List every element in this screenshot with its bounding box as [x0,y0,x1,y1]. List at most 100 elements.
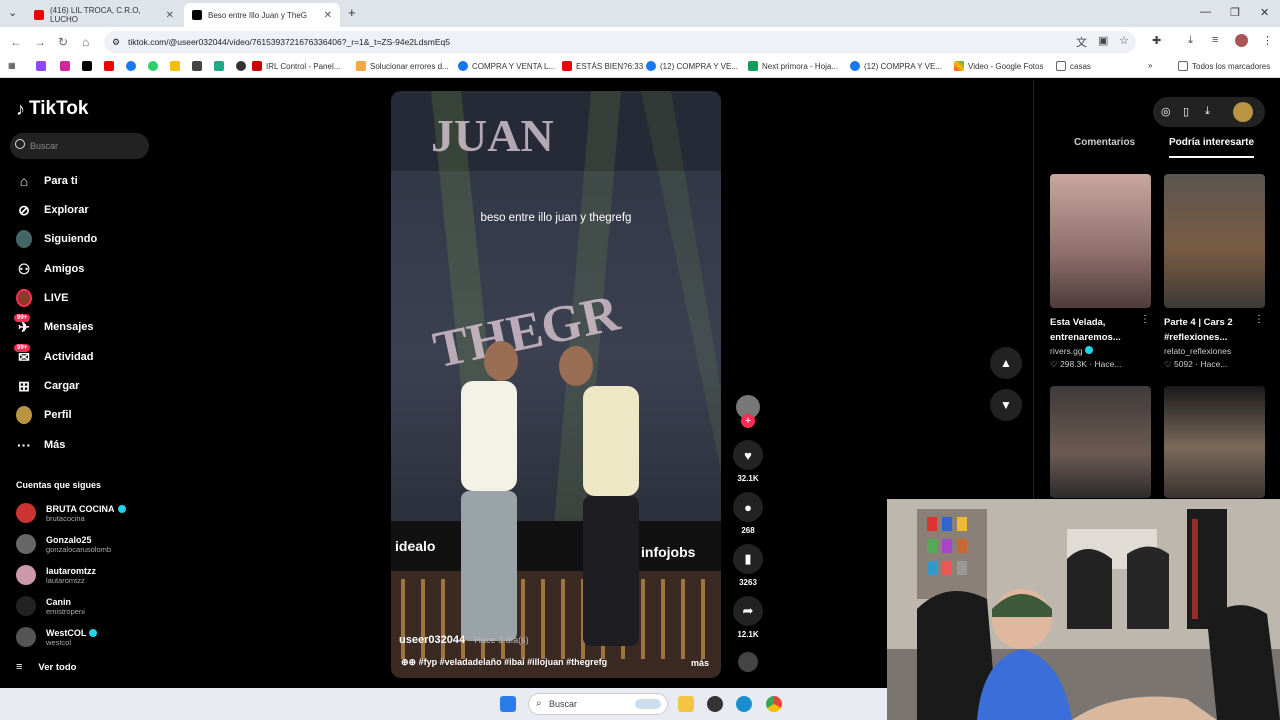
upload-icon: ⊞ [18,377,30,394]
edge-icon[interactable] [736,696,752,712]
all-bookmarks[interactable]: Todos los marcadores [1178,61,1270,71]
profile-avatar[interactable] [1235,34,1248,47]
next-video-button[interactable]: ▼ [990,389,1022,421]
bookmark-item[interactable]: Solucionar errores d... [356,61,449,71]
instagram-icon[interactable] [60,61,70,71]
video-player[interactable]: JUAN THEGR idealo infojobs beso entre il… [391,91,721,678]
see-all-link[interactable]: ≡ Ver todo [16,655,76,679]
share-button[interactable]: ➦ 12.1K [733,596,763,639]
more-description-button[interactable]: más [691,658,709,668]
nav-para-ti[interactable]: ⌂ Para ti [16,169,78,193]
nav-actividad[interactable]: ✉ 99+ Actividad [14,344,94,369]
coins-icon[interactable]: ◎ [1161,105,1171,118]
following-account[interactable]: Canin emistropeni [16,596,85,616]
chrome-icon[interactable] [766,696,782,712]
bookmark-icon[interactable] [170,61,180,71]
twitch-icon[interactable] [36,61,46,71]
more-bookmarks-icon[interactable]: » [1148,61,1152,70]
close-window-icon[interactable]: ✕ [1260,6,1269,19]
bookmark-item[interactable]: (12) COMPRA Y VE... [646,61,738,71]
bookmark-item[interactable]: Video - Google Fotos [954,61,1043,71]
following-account[interactable]: WestCOL westcol [16,627,98,647]
like-button[interactable]: ♥ 32.1K [733,440,763,483]
close-tab-icon[interactable]: ✕ [324,10,332,21]
recommended-video-card[interactable] [1164,386,1265,498]
nav-cargar[interactable]: ⊞ Cargar [16,374,79,398]
previous-video-button[interactable]: ▲ [990,347,1022,379]
card-options-icon[interactable]: ⋮ [1140,314,1150,325]
top-right-toolbar: ◎ ▯ ⤓ [1153,97,1265,127]
save-button[interactable]: ▮ 3263 [733,544,763,587]
search-input[interactable]: Buscar [10,133,149,159]
windows-start-icon[interactable] [500,696,516,712]
home-button-icon[interactable]: ⌂ [82,35,89,49]
follow-plus-icon[interactable]: + [741,414,755,428]
back-icon[interactable]: ← [10,35,22,49]
microsoft-icon [356,61,366,71]
bookmark-icon[interactable] [192,61,202,71]
video-hashtags[interactable]: ⊕⊕ #fyp #veladadelaño #ibai #illojuan #t… [401,657,607,668]
facebook-icon[interactable] [126,61,136,71]
file-explorer-icon[interactable] [678,696,694,712]
nav-mensajes[interactable]: ✈ 99+ Mensajes [14,314,94,339]
x-icon[interactable] [82,61,92,71]
apps-icon[interactable]: ▦ [8,61,16,70]
tab-podria-interesarte[interactable]: Podría interesarte [1169,137,1255,158]
recommended-video-card[interactable] [1050,386,1151,498]
bookmark-item[interactable]: casas [1056,61,1091,71]
following-account[interactable]: lautaromtzz lautaromtzz [16,565,96,585]
following-account[interactable]: BRUTA COCINA brutacocina [16,503,126,523]
whatsapp-icon[interactable] [148,61,158,71]
media-icon[interactable]: ≡ [1212,34,1218,46]
bookmark-item[interactable]: (12) COMPRA Y VE... [850,61,942,71]
close-tab-icon[interactable]: ✕ [166,10,174,21]
card-options-icon[interactable]: ⋮ [1254,314,1264,325]
bookmark-star-icon[interactable]: ☆ [1119,34,1129,47]
minimize-icon[interactable]: — [1200,6,1211,18]
taskbar-search-input[interactable]: ⌕ Buscar [528,693,668,715]
bookmark-icon[interactable] [214,61,224,71]
install-icon[interactable]: ▣ [1098,34,1108,47]
nav-live[interactable]: LIVE [16,286,68,310]
author-avatar-button[interactable]: + [733,395,763,428]
download-app-icon[interactable]: ⤓ [1205,105,1210,118]
recommended-video-card[interactable]: Parte 4 | Cars 2 #reflexiones... relato_… [1164,174,1265,370]
avatar [16,503,36,523]
comment-button[interactable]: ● 268 [733,492,763,535]
bookmark-item[interactable]: ESTÁS BIEN?6:33 [562,61,643,71]
tab-comentarios[interactable]: Comentarios [1074,137,1135,148]
obs-icon[interactable] [707,696,723,712]
site-info-icon[interactable]: ⚙ [112,37,120,48]
nav-amigos[interactable]: ⚇ Amigos [16,257,85,281]
recommended-video-card[interactable]: Esta Velada, entrenaremos... rivers.gg ♡… [1050,174,1151,370]
new-tab-button[interactable]: + [348,5,356,20]
browser-tab-tiktok[interactable]: Beso entre Illo Juan y TheG ✕ [184,3,340,27]
download-icon[interactable]: ⤓ [1188,34,1193,47]
following-account[interactable]: Gonzalo25 gonzalocarusolomb [16,534,111,554]
nav-explorar[interactable]: ⊘ Explorar [16,198,89,222]
extensions-icon[interactable]: ✚ [1152,34,1161,47]
menu-icon[interactable]: ⋮ [1262,34,1273,47]
forward-icon[interactable]: → [34,35,46,49]
youtube-bm-icon[interactable] [104,61,114,71]
device-icon[interactable]: ▯ [1183,105,1189,118]
tab-search-icon[interactable]: ⌄ [8,6,17,19]
browser-tab-youtube[interactable]: (416) LIL TROCA, C.R.O, LUCHO ✕ [26,3,182,27]
bookmark-item[interactable]: IRL Control - Panel... [252,61,340,71]
video-author[interactable]: useer032044 · Hace 3 día(s) [399,634,529,646]
verified-icon [1084,346,1093,354]
bookmark-item[interactable]: COMPRA Y VENTA L... [458,61,555,71]
nav-siguiendo[interactable]: Siguiendo [16,227,97,251]
url-input[interactable]: ⚙ tiktok.com/@useer032044/video/76153937… [104,31,1136,53]
nav-mas[interactable]: ··· Más [16,433,65,457]
bookmark-item[interactable]: Next primora - Hoja... [748,61,838,71]
restore-icon[interactable]: ❐ [1230,6,1240,19]
emoji-icon: ⊕⊕ [401,657,419,667]
reload-icon[interactable]: ↻ [58,35,68,49]
translate-icon[interactable]: 文 [1076,34,1087,50]
profile-avatar[interactable] [1233,102,1253,122]
music-disc-button[interactable] [733,652,763,672]
bookmark-icon[interactable] [236,61,246,71]
nav-perfil[interactable]: Perfil [16,403,72,427]
tiktok-logo[interactable]: ♪ TikTok [16,98,88,120]
